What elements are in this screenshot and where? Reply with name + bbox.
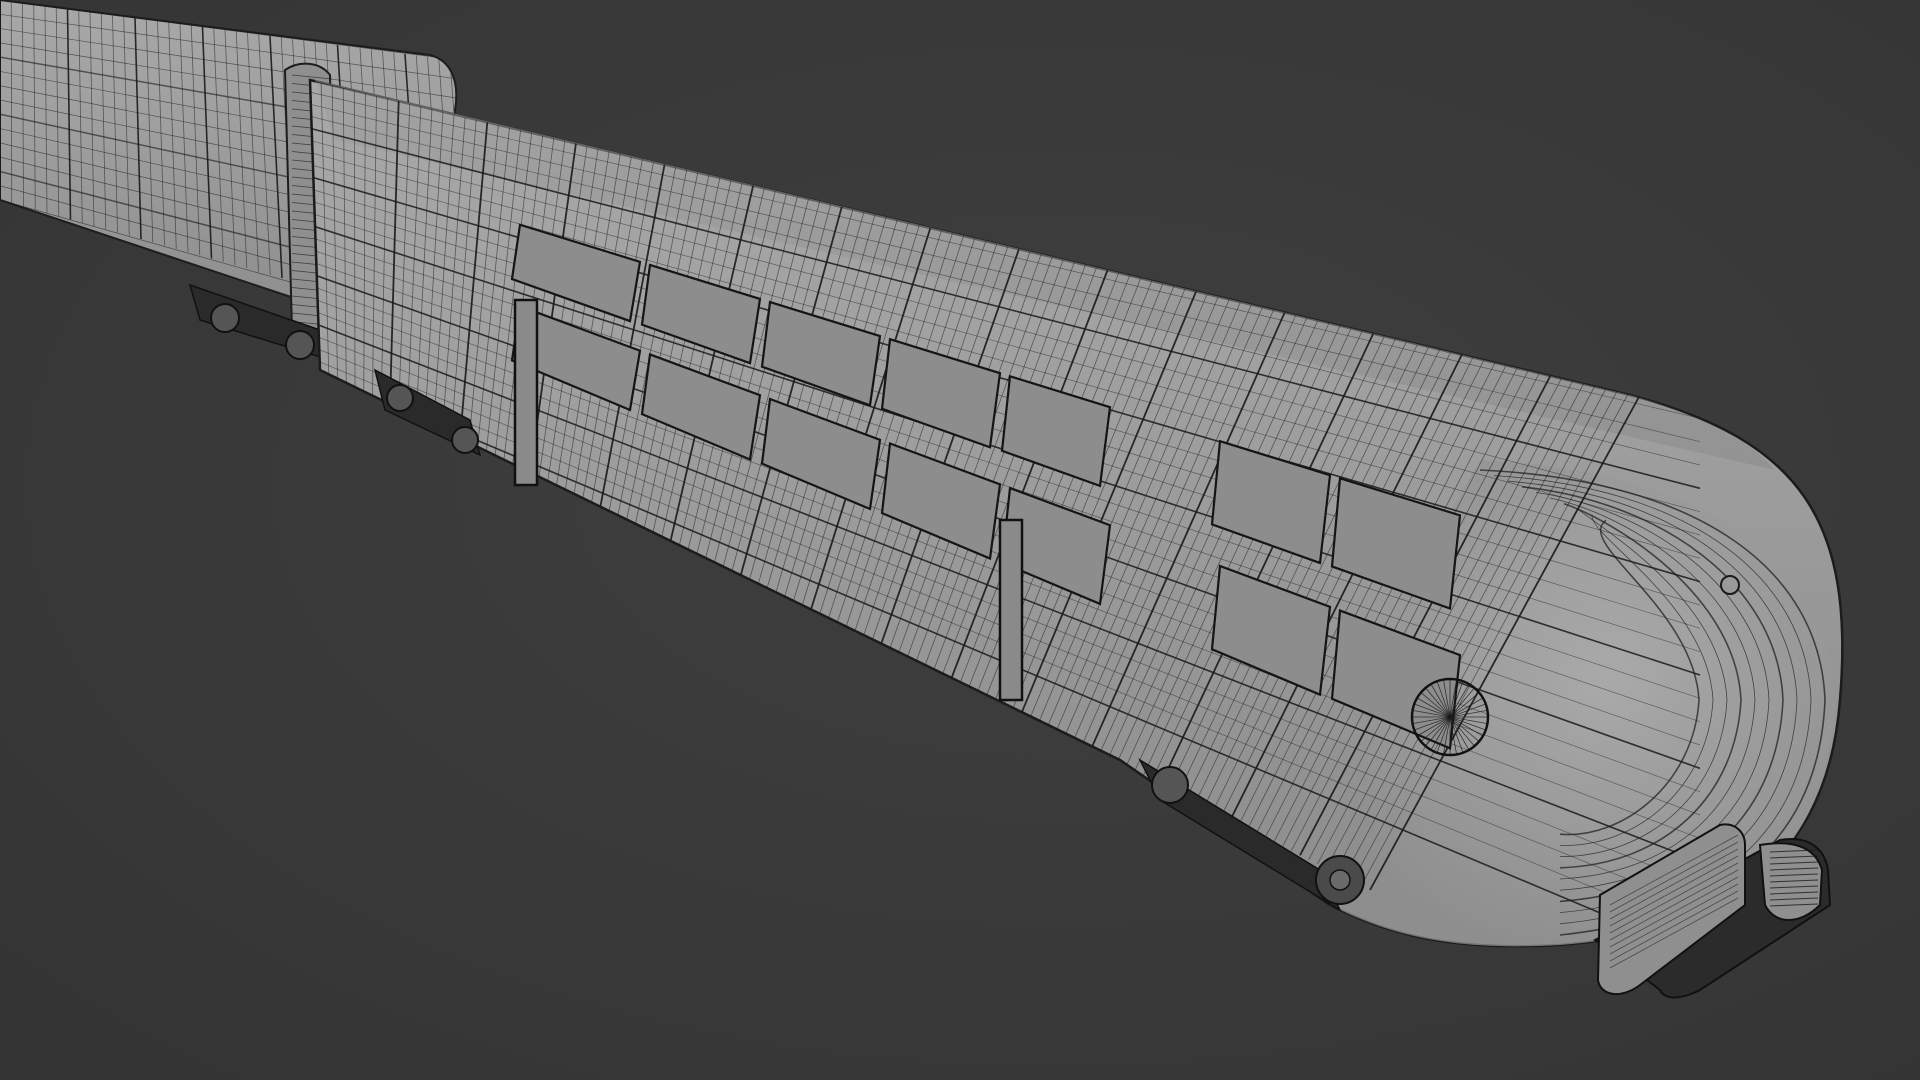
lead-car <box>308 78 1844 948</box>
nose-emblem <box>1720 575 1740 595</box>
car-door <box>513 298 539 487</box>
headlight <box>1410 677 1490 757</box>
train-scene <box>0 0 1844 999</box>
car-door <box>998 518 1024 702</box>
3d-viewport[interactable] <box>0 0 1920 1080</box>
